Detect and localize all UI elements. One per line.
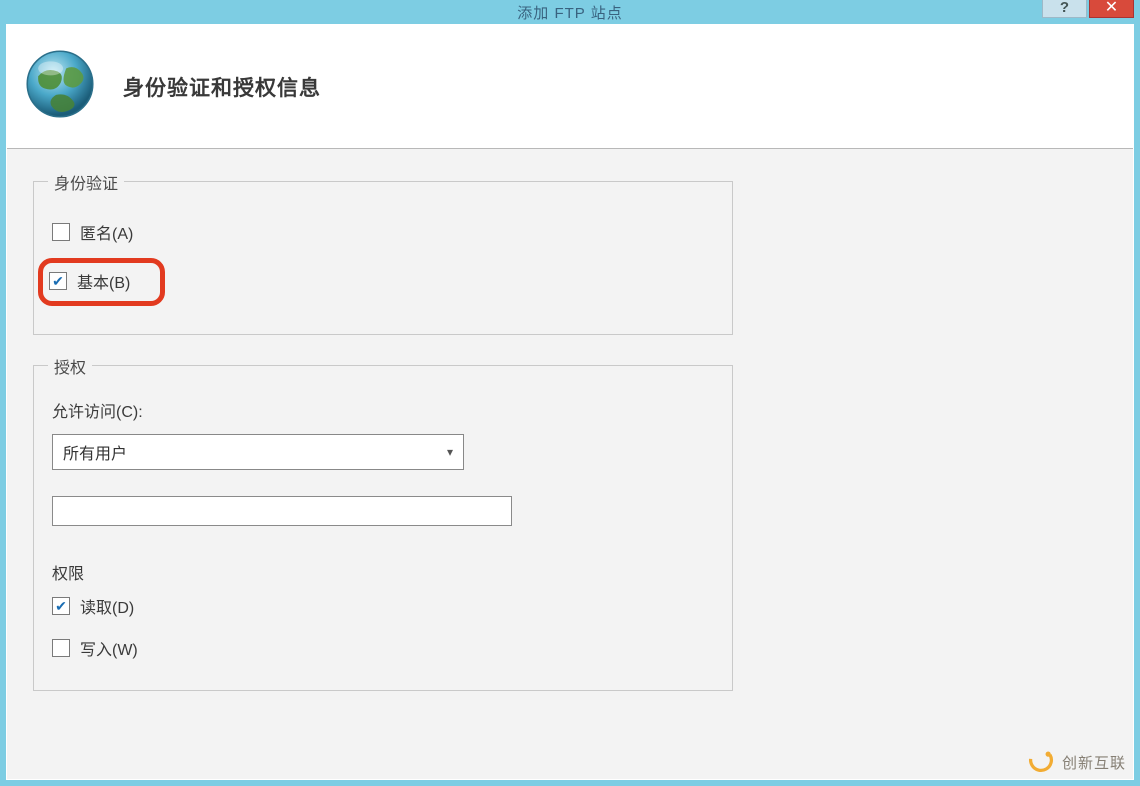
anonymous-checkbox-row[interactable]: 匿名(A) xyxy=(52,220,714,244)
chevron-down-icon: ▾ xyxy=(447,445,453,459)
basic-checkbox[interactable] xyxy=(49,272,67,290)
watermark-text: 创新互联 xyxy=(1062,752,1126,773)
titlebar: 添加 FTP 站点 ? ✕ xyxy=(0,0,1140,24)
permissions-label: 权限 xyxy=(52,560,714,584)
anonymous-checkbox[interactable] xyxy=(52,223,70,241)
watermark: 创新互联 xyxy=(1028,747,1126,778)
write-checkbox[interactable] xyxy=(52,639,70,657)
authentication-legend: 身份验证 xyxy=(48,170,124,194)
write-label: 写入(W) xyxy=(80,636,138,660)
help-button[interactable]: ? xyxy=(1042,0,1087,18)
basic-highlight-annotation: 基本(B) xyxy=(38,258,165,306)
page-title: 身份验证和授权信息 xyxy=(123,72,321,102)
dialog-window: 添加 FTP 站点 ? ✕ xyxy=(0,0,1140,786)
content-area: 身份验证 匿名(A) 基本(B) 授权 允许访问(C): 所有用户 ▾ xyxy=(7,149,1133,779)
titlebar-controls: ? ✕ xyxy=(1042,0,1134,18)
close-icon: ✕ xyxy=(1105,0,1118,17)
allow-access-label: 允许访问(C): xyxy=(52,398,714,422)
read-checkbox[interactable] xyxy=(52,597,70,615)
anonymous-label: 匿名(A) xyxy=(80,220,133,244)
read-label: 读取(D) xyxy=(80,594,134,618)
read-checkbox-row[interactable]: 读取(D) xyxy=(52,594,714,618)
write-checkbox-row[interactable]: 写入(W) xyxy=(52,636,714,660)
watermark-logo-icon xyxy=(1028,747,1054,778)
wizard-header: 身份验证和授权信息 xyxy=(7,25,1133,149)
globe-icon xyxy=(21,45,99,128)
help-icon: ? xyxy=(1060,0,1069,16)
authentication-group: 身份验证 匿名(A) 基本(B) xyxy=(33,181,733,335)
basic-label: 基本(B) xyxy=(77,269,130,293)
allow-access-text-input[interactable] xyxy=(52,496,512,526)
allow-access-dropdown[interactable]: 所有用户 ▾ xyxy=(52,434,464,470)
window-title: 添加 FTP 站点 xyxy=(517,2,622,23)
authorization-legend: 授权 xyxy=(48,354,92,378)
authorization-group: 授权 允许访问(C): 所有用户 ▾ 权限 读取(D) 写入(W) xyxy=(33,365,733,691)
dropdown-selected-value: 所有用户 xyxy=(63,440,127,464)
window-body: 身份验证和授权信息 身份验证 匿名(A) 基本(B) 授权 允许访问(C): xyxy=(6,24,1134,780)
close-button[interactable]: ✕ xyxy=(1089,0,1134,18)
